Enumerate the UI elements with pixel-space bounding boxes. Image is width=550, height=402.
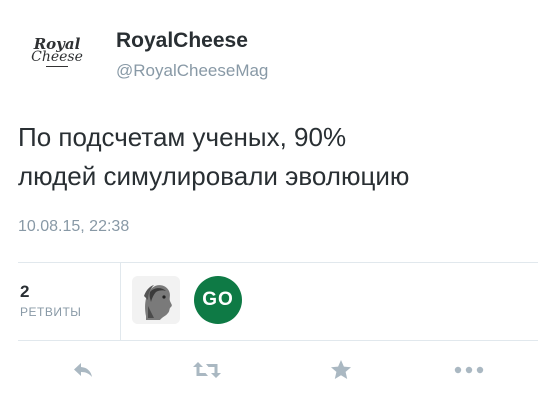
retweet-count: 2 <box>20 282 30 301</box>
tweet-text-line1: По подсчетам ученых, 90% <box>18 122 347 152</box>
author-handle[interactable]: @RoyalCheeseMag <box>116 59 268 83</box>
retweeter-avatar-2[interactable]: GO <box>194 276 242 324</box>
more-button[interactable] <box>452 356 486 384</box>
stats-top-divider <box>18 262 538 263</box>
tweet-text-line2: людей симулировали эволюцию <box>18 161 410 191</box>
author-display-name[interactable]: RoyalCheese <box>116 28 268 54</box>
retweet-icon <box>193 362 221 378</box>
retweet-label: РЕТВИТЫ <box>20 305 82 319</box>
author-names: RoyalCheese @RoyalCheeseMag <box>116 28 268 83</box>
retweeter-avatar-1[interactable] <box>132 276 180 324</box>
favorite-button[interactable] <box>324 356 358 384</box>
retweet-button[interactable] <box>190 356 224 384</box>
retweet-stats[interactable]: 2 РЕТВИТЫ <box>20 282 81 319</box>
star-icon <box>331 360 351 379</box>
more-dots-icon <box>454 366 484 374</box>
author-avatar[interactable]: Royal Cheese <box>18 32 96 82</box>
tweet-actions <box>18 352 538 388</box>
sculpture-portrait-icon <box>132 276 180 324</box>
avatar-logo-line2: Cheese <box>31 49 83 65</box>
stats-vertical-divider <box>120 262 121 340</box>
tweet-text: По подсчетам ученых, 90% людей симулиров… <box>18 118 538 196</box>
reply-button[interactable] <box>66 356 100 384</box>
tweet-timestamp[interactable]: 10.08.15, 22:38 <box>18 218 129 236</box>
actions-top-divider <box>18 340 538 341</box>
avatar-logo-underline <box>46 66 68 67</box>
tweet-header: Royal Cheese RoyalCheese @RoyalCheeseMag <box>18 22 538 92</box>
reply-icon <box>74 363 92 377</box>
